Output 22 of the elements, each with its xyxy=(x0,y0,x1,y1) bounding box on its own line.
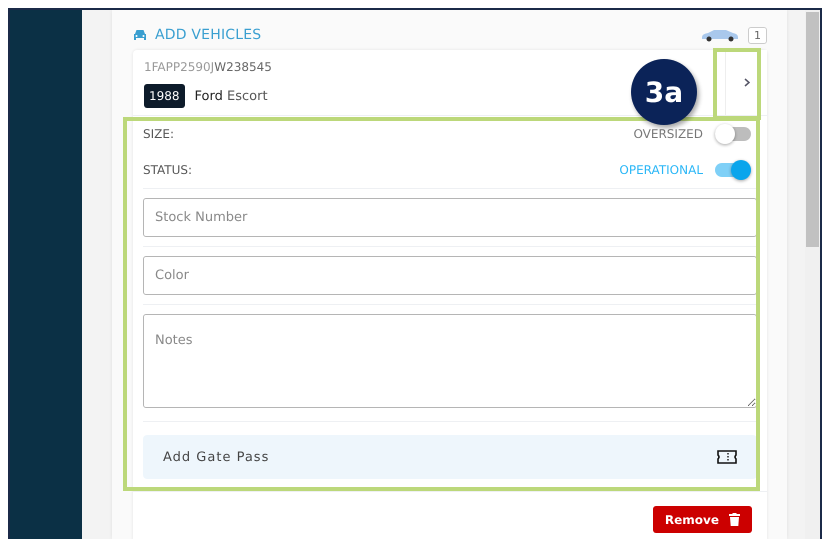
notes-field[interactable]: Notes xyxy=(143,314,757,408)
year-tag: 1988 xyxy=(144,84,185,108)
vehicle-count: 1 xyxy=(748,26,767,44)
remove-button[interactable]: Remove xyxy=(652,506,752,533)
trash-icon xyxy=(729,513,740,526)
scrollbar-thumb[interactable] xyxy=(806,12,819,247)
vehicle-name: Ford Escort xyxy=(194,88,268,104)
gate-pass-button[interactable]: Add Gate Pass xyxy=(143,435,757,479)
car-icon xyxy=(133,28,147,42)
toggle-switch[interactable] xyxy=(715,127,751,141)
car-icon xyxy=(700,28,740,42)
section-title: ADD VEHICLES xyxy=(155,27,262,43)
vin-number: 1FAPP2590JW238545 xyxy=(144,60,273,74)
ticket-icon xyxy=(717,450,737,464)
input-field[interactable]: Color xyxy=(143,256,757,295)
field-label: STATUS: xyxy=(143,163,194,177)
field-label: SIZE: xyxy=(143,127,176,141)
toggle-label: OPERATIONAL xyxy=(619,163,703,177)
toggle-switch[interactable] xyxy=(715,163,751,177)
toggle-label: OVERSIZED xyxy=(633,127,703,141)
chevron-icon xyxy=(744,78,750,87)
input-field[interactable]: Stock Number xyxy=(143,198,757,237)
